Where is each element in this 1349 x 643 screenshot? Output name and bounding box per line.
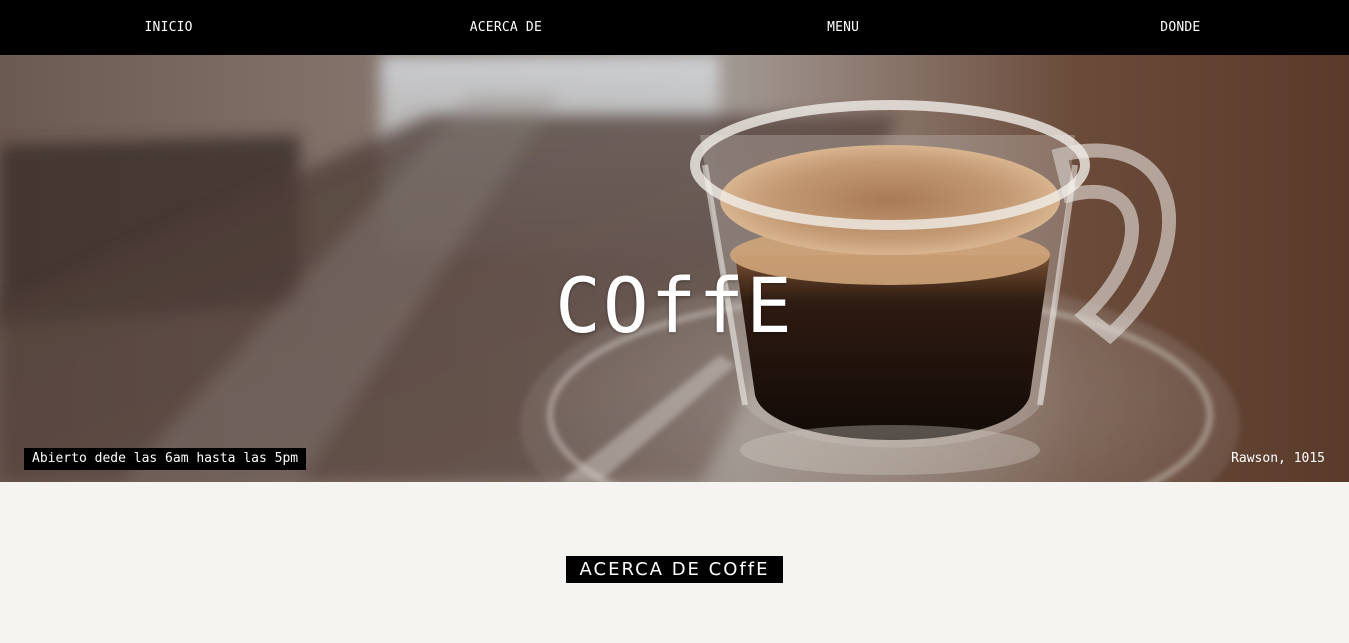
nav-link-inicio[interactable]: INICIO	[0, 20, 337, 35]
top-navbar: INICIO ACERCA DE MENU DONDE	[0, 0, 1349, 55]
nav-link-menu[interactable]: MENU	[675, 20, 1012, 35]
about-heading: ACERCA DE COffE	[566, 556, 783, 583]
hero-title: COffE	[555, 261, 794, 350]
address-label: Rawson, 1015	[1231, 451, 1325, 466]
about-section: ACERCA DE COffE	[0, 482, 1349, 643]
nav-link-acerca-de[interactable]: ACERCA DE	[337, 20, 674, 35]
nav-link-donde[interactable]: DONDE	[1012, 20, 1349, 35]
opening-hours-badge: Abierto dede las 6am hasta las 5pm	[24, 448, 307, 470]
hero-section: COffE Abierto dede las 6am hasta las 5pm…	[0, 55, 1349, 482]
